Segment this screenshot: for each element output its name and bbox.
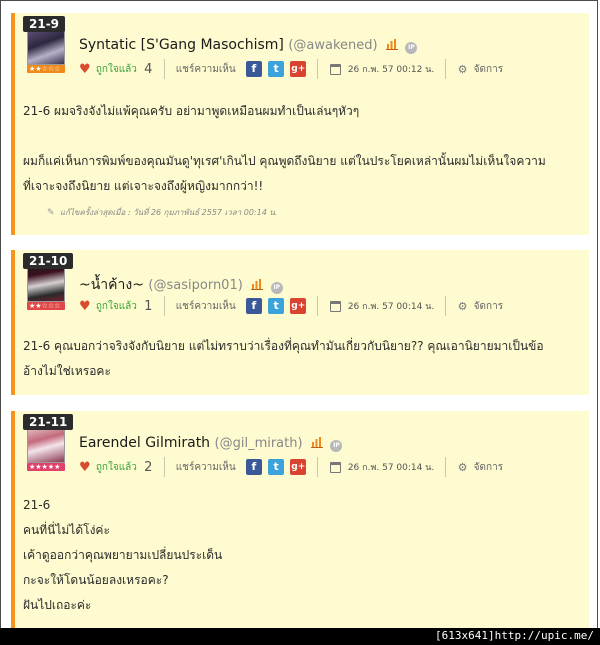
ip-icon[interactable]: IP	[330, 440, 343, 452]
stats-bar-icon[interactable]	[251, 278, 264, 290]
stats-bar-icon[interactable]	[311, 436, 324, 448]
divider	[445, 296, 447, 316]
comment-line	[23, 124, 579, 149]
comment-meta: ♥ ถูกใจแล้ว 2 แชร์ความเห็น f t g+ 26 ก.พ…	[79, 457, 503, 477]
facebook-share-button[interactable]: f	[245, 298, 262, 314]
comment-number: 21-9	[23, 16, 66, 32]
stats-bar-icon[interactable]	[386, 38, 399, 50]
like-count: 4	[144, 61, 153, 77]
edit-note: ✎ แก้ไขครั้งล่าสุดเมื่อ : วันที่ 26 กุมภา…	[47, 206, 277, 219]
comment-body: 21-6 คุณบอกว่าจริงจังกับนิยาย แต่ไม่ทราบ…	[23, 334, 579, 384]
username-link[interactable]: Syntatic [S'Gang Masochism]	[79, 37, 284, 53]
gear-icon[interactable]: ⚙	[458, 300, 468, 313]
comment-post: 21-9 ★★☆☆☆ Syntatic [S'Gang Masochism] (…	[11, 13, 589, 235]
comment-line: 21-6 ผมจริงจังไม่แพ้คุณครับ อย่ามาพูดเหม…	[23, 104, 360, 118]
comment-line: 21-6	[23, 498, 51, 512]
gear-icon[interactable]: ⚙	[458, 63, 468, 76]
post-date: 26 ก.พ. 57 00:12 น.	[347, 65, 435, 75]
edit-note-text: แก้ไขครั้งล่าสุดเมื่อ : วันที่ 26 กุมภาพ…	[60, 208, 278, 217]
like-label[interactable]: ถูกใจแล้ว	[96, 62, 137, 77]
post-date: 26 ก.พ. 57 00:14 น.	[347, 302, 435, 312]
username-line: ~น้ำค้าง~ (@sasiporn01) IP	[79, 274, 283, 296]
ip-icon[interactable]: IP	[270, 282, 283, 294]
comment-body: 21-6 คนที่นี่ไม่ได้โง่ค่ะ เค้าดูออกว่าคุ…	[23, 493, 579, 618]
rank-badge: ★★★★★	[27, 463, 65, 471]
googleplus-share-button[interactable]: g+	[290, 459, 307, 475]
divider	[445, 457, 447, 477]
manage-link[interactable]: จัดการ	[474, 460, 503, 475]
share-label: แชร์ความเห็น	[175, 300, 236, 312]
gear-icon[interactable]: ⚙	[458, 461, 468, 474]
manage-link[interactable]: จัดการ	[474, 62, 503, 77]
comment-line: ผมก็แค่เห็นการพิมพ์ของคุณมันดู'ทุเรศ'เกิ…	[23, 154, 546, 168]
googleplus-share-button[interactable]: g+	[290, 61, 307, 77]
comment-line: คนที่นี่ไม่ได้โง่ค่ะ	[23, 523, 110, 537]
divider	[163, 457, 165, 477]
comment-line: 21-6 คุณบอกว่าจริงจังกับนิยาย แต่ไม่ทราบ…	[23, 339, 544, 353]
comment-line: อ้างไม่ใช่เหรอคะ	[23, 364, 111, 378]
divider	[445, 59, 447, 79]
username-line: Syntatic [S'Gang Masochism] (@awakened) …	[79, 37, 418, 54]
comment-meta: ♥ ถูกใจแล้ว 1 แชร์ความเห็น f t g+ 26 ก.พ…	[79, 296, 503, 316]
calendar-icon	[329, 461, 341, 473]
twitter-share-button[interactable]: t	[268, 459, 285, 475]
comment-number: 21-11	[23, 414, 74, 430]
divider	[163, 59, 165, 79]
comment-post: 21-10 ★★☆☆☆ ~น้ำค้าง~ (@sasiporn01) IP ♥…	[11, 250, 589, 395]
divider	[317, 59, 319, 79]
footer-text: [613x641]http://upic.me/	[435, 629, 594, 642]
divider	[317, 457, 319, 477]
comment-body: 21-6 ผมจริงจังไม่แพ้คุณครับ อย่ามาพูดเหม…	[23, 99, 579, 199]
comment-line: ฝันไปเถอะค่ะ	[23, 598, 92, 612]
rank-badge: ★★☆☆☆	[27, 302, 65, 310]
user-handle[interactable]: (@sasiporn01)	[148, 278, 242, 293]
comment-meta: ♥ ถูกใจแล้ว 4 แชร์ความเห็น f t g+ 26 ก.พ…	[79, 59, 503, 79]
calendar-icon	[329, 63, 341, 75]
facebook-share-button[interactable]: f	[245, 61, 262, 77]
screenshot-frame: 21-9 ★★☆☆☆ Syntatic [S'Gang Masochism] (…	[0, 0, 598, 643]
facebook-share-button[interactable]: f	[245, 459, 262, 475]
comment-post: 21-11 ★★★★★ Earendel Gilmirath (@gil_mir…	[11, 411, 589, 629]
twitter-share-button[interactable]: t	[268, 298, 285, 314]
ip-icon[interactable]: IP	[405, 42, 418, 54]
divider	[163, 296, 165, 316]
share-label: แชร์ความเห็น	[175, 461, 236, 473]
like-label[interactable]: ถูกใจแล้ว	[96, 460, 137, 475]
calendar-icon	[329, 300, 341, 312]
divider	[317, 296, 319, 316]
username-link[interactable]: Earendel Gilmirath	[79, 435, 210, 451]
googleplus-share-button[interactable]: g+	[290, 298, 307, 314]
heart-icon[interactable]: ♥	[79, 299, 91, 314]
comment-line: เค้าดูออกว่าคุณพยายามเปลี่ยนประเด็น	[23, 548, 223, 562]
pencil-icon: ✎	[47, 208, 55, 218]
twitter-share-button[interactable]: t	[268, 61, 285, 77]
image-host-footer: [613x641]http://upic.me/	[0, 628, 600, 645]
like-label[interactable]: ถูกใจแล้ว	[96, 299, 137, 314]
user-handle[interactable]: (@awakened)	[288, 38, 377, 53]
manage-link[interactable]: จัดการ	[474, 299, 503, 314]
heart-icon[interactable]: ♥	[79, 62, 91, 77]
like-count: 1	[144, 298, 153, 314]
comment-number: 21-10	[23, 253, 74, 269]
username-link[interactable]: ~น้ำค้าง~	[79, 277, 144, 293]
post-date: 26 ก.พ. 57 00:14 น.	[347, 463, 435, 473]
username-line: Earendel Gilmirath (@gil_mirath) IP	[79, 435, 343, 452]
user-handle[interactable]: (@gil_mirath)	[215, 436, 303, 451]
rank-badge: ★★☆☆☆	[27, 65, 65, 73]
comment-line: กะจะให้โดนน้อยลงเหรอคะ?	[23, 573, 169, 587]
like-count: 2	[144, 459, 153, 475]
share-label: แชร์ความเห็น	[175, 63, 236, 75]
heart-icon[interactable]: ♥	[79, 460, 91, 475]
comment-line: ที่เจาะจงถึงนิยาย แต่เจาะจงถึงผู้หญิงมาก…	[23, 179, 264, 193]
